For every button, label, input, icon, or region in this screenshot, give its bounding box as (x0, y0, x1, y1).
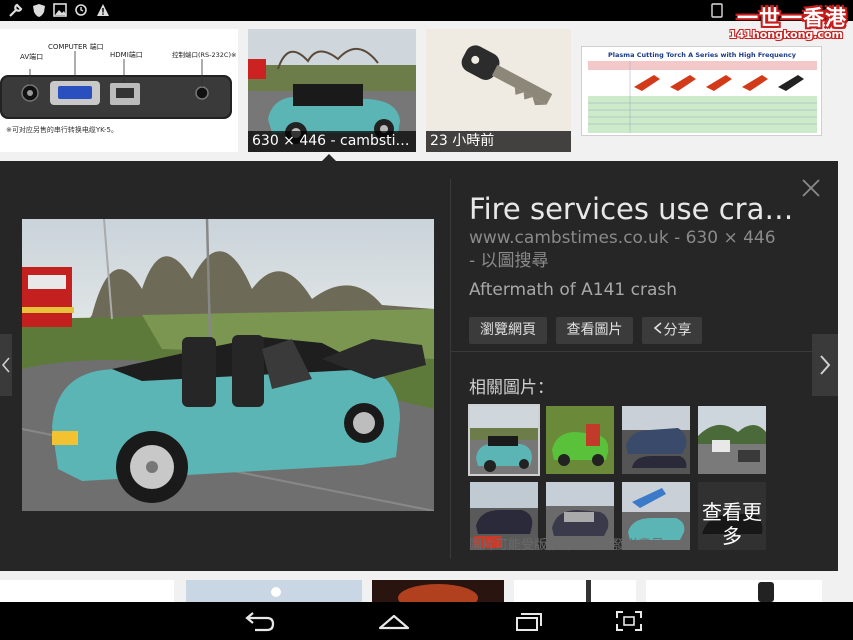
view-more-button[interactable]: 查看更多 (698, 482, 766, 550)
related-image-2[interactable] (546, 406, 614, 474)
av-label-hdmi: HDMI端口 (110, 50, 143, 59)
copyright-notice[interactable]: 圖片可能受版權保護。 - 發送意見 (469, 538, 664, 554)
chevron-left-icon (1, 357, 10, 373)
image-detail-panel: Fire services use cra… www.cambstimes.co… (0, 161, 838, 571)
related-image-1[interactable] (468, 404, 540, 476)
warning-icon (96, 3, 110, 18)
watermark-logo: 一世一香港 141hongkong.com (726, 0, 851, 44)
image-title[interactable]: Fire services use cra… (469, 191, 829, 227)
search-by-image-link[interactable]: - 以圖搜尋 (469, 250, 549, 272)
home-button[interactable] (376, 610, 412, 632)
av-note: ※可对应另售的串行转换电缆YK-5。 (6, 125, 118, 134)
view-more-label: 查看更多 (698, 482, 766, 550)
image-source[interactable]: www.cambstimes.co.uk - 630 × 446 (469, 227, 776, 249)
home-icon (378, 614, 410, 630)
share-label: 分享 (663, 322, 692, 339)
related-divider (451, 351, 838, 352)
recent-apps-icon (516, 613, 542, 631)
thumbnail-crash-car[interactable]: 630 × 446 - cambsti… (248, 29, 416, 152)
sync-icon (74, 3, 88, 18)
related-image-3[interactable] (622, 406, 690, 474)
thumbnail-caption-car: 630 × 446 - cambsti… (248, 131, 416, 152)
av-label-control: 控制端口(RS-232C)※ (172, 50, 236, 59)
bottom-thumbnail-2[interactable] (186, 580, 362, 602)
bottom-thumbnail-4[interactable] (514, 580, 636, 602)
wrench-icon (8, 3, 23, 18)
plasma-title: Plasma Cutting Torch A Series with High … (608, 51, 797, 59)
bottom-thumbnail-3[interactable] (372, 580, 504, 602)
shield-icon (32, 3, 46, 18)
visit-page-button[interactable]: 瀏覽網頁 (469, 317, 547, 344)
back-button[interactable] (241, 610, 277, 632)
thumbnail-plasma-torch[interactable]: Plasma Cutting Torch A Series with High … (581, 46, 822, 136)
share-icon (653, 317, 662, 344)
previous-image-button[interactable] (0, 334, 12, 396)
bottom-thumbnail-1[interactable] (0, 580, 174, 602)
panel-divider (450, 179, 451, 559)
back-icon (245, 612, 275, 632)
watermark-url: 141hongkong.com (728, 28, 843, 41)
av-label-av: AV端口 (20, 52, 43, 61)
thumbnail-av-port[interactable]: AV端口 COMPUTER 端口 HDMI端口 控制端口(RS-232C)※ ※… (0, 29, 238, 152)
chevron-right-icon (820, 355, 831, 375)
thumbnail-caption-key: 23 小時前 (426, 131, 571, 152)
screenshot-button[interactable] (611, 610, 647, 632)
screenshot-icon (616, 611, 642, 631)
thumbnail-key[interactable]: 23 小時前 (426, 29, 571, 152)
related-images-label: 相關圖片： (469, 378, 554, 398)
image-description: Aftermath of A141 crash (469, 280, 678, 300)
view-image-button[interactable]: 查看圖片 (556, 317, 633, 344)
main-image-crash-car[interactable] (22, 219, 434, 511)
image-icon (53, 3, 67, 18)
screen: % 一世一香港 141hongkong.com AV端口 COMPUTER 端口… (0, 0, 853, 640)
screenshot-icon (710, 3, 724, 18)
bottom-thumbnail-5[interactable] (646, 580, 822, 602)
share-button[interactable]: 分享 (642, 317, 702, 344)
next-image-button[interactable] (812, 334, 838, 396)
related-image-4[interactable] (698, 406, 766, 474)
navigation-bar (0, 602, 853, 640)
recent-apps-button[interactable] (511, 610, 547, 632)
av-label-computer: COMPUTER 端口 (48, 42, 104, 51)
